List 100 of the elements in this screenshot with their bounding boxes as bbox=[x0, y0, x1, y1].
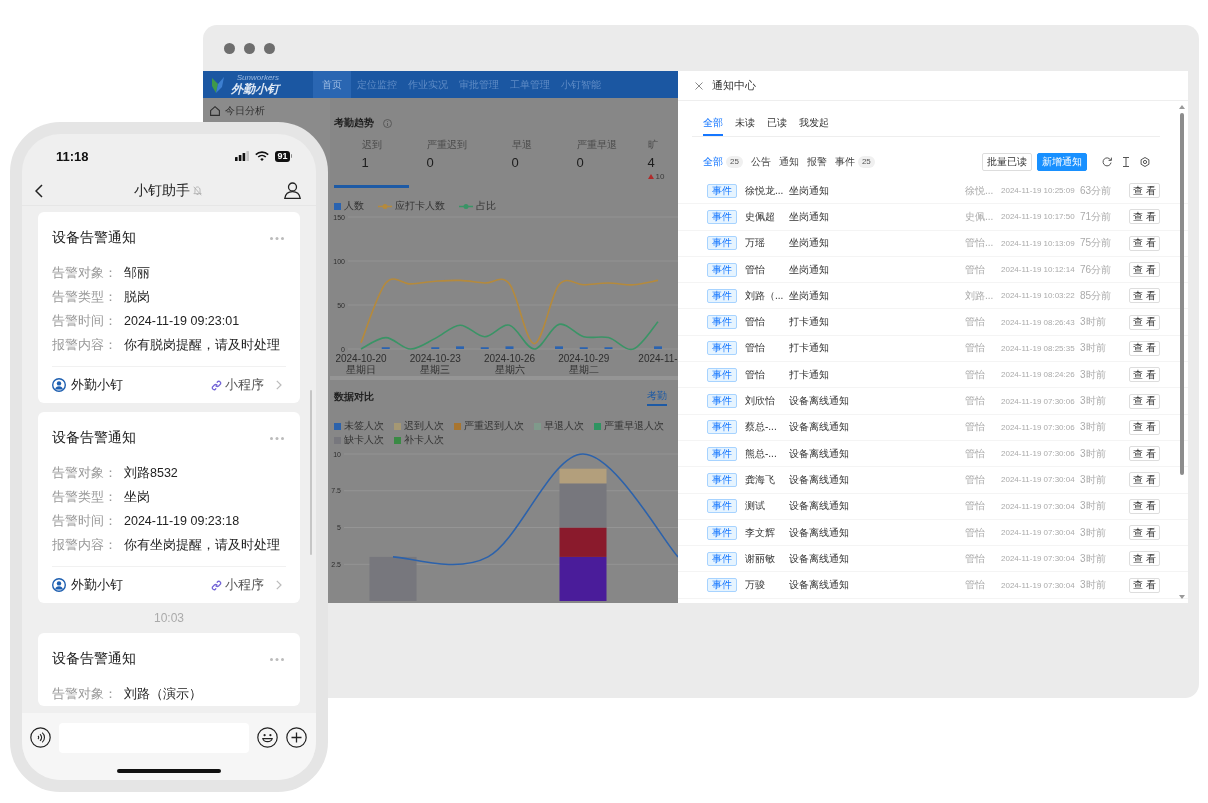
elapsed-cell-text: 63分前 bbox=[1080, 183, 1113, 198]
name-cell-text: 刘路（... bbox=[745, 288, 785, 303]
sender-cell-text: 管怡 bbox=[965, 262, 986, 277]
view-button[interactable]: 查 看 bbox=[1129, 446, 1160, 462]
app-name: 外勤小钉 bbox=[71, 576, 123, 594]
sender-cell-text: 管怡 bbox=[965, 341, 986, 356]
type-tag: 事件 bbox=[707, 499, 737, 514]
view-button[interactable]: 查 看 bbox=[1129, 183, 1160, 199]
elapsed-cell-text: 3时前 bbox=[1080, 394, 1107, 408]
legend-label: 未签人次 bbox=[344, 420, 384, 432]
filter-tab[interactable]: 通知 bbox=[778, 155, 799, 169]
scrollbar[interactable] bbox=[309, 390, 312, 555]
title-cell-text: 设备离线通知 bbox=[789, 525, 850, 540]
logo-subtitle: Sunworkers bbox=[236, 73, 279, 82]
view-button[interactable]: 查 看 bbox=[1129, 235, 1160, 251]
back-icon[interactable] bbox=[35, 183, 43, 198]
view-button[interactable]: 查 看 bbox=[1129, 288, 1160, 304]
tab[interactable]: 已读 bbox=[767, 117, 787, 136]
elapsed-cell-text: 3时前 bbox=[1080, 525, 1107, 540]
legend-label: 迟到人次 bbox=[404, 420, 444, 432]
filter-tab[interactable]: 事件 25 bbox=[834, 155, 875, 169]
settings-icon[interactable] bbox=[1140, 157, 1150, 167]
filter-tab[interactable]: 报警 bbox=[806, 155, 827, 169]
view-button[interactable]: 查 看 bbox=[1129, 498, 1160, 514]
type-tag: 事件 bbox=[707, 578, 737, 593]
view-button[interactable]: 查 看 bbox=[1129, 367, 1160, 383]
time-cell-text: 2024-11-19 07:30:04 bbox=[1001, 475, 1076, 485]
up-triangle-icon bbox=[647, 173, 654, 179]
field-value: 脱岗 bbox=[124, 288, 150, 306]
view-button[interactable]: 查 看 bbox=[1129, 262, 1160, 278]
title-cell-text: 坐岗通知 bbox=[789, 262, 830, 277]
legend-label: 严重早退人次 bbox=[604, 420, 664, 432]
toolbar-button[interactable]: 批量已读 bbox=[982, 153, 1032, 171]
name-cell-text: 万瑶 bbox=[745, 236, 766, 251]
axis-label: 2024-11- bbox=[638, 353, 678, 364]
chart-bar bbox=[456, 346, 464, 349]
panel-title: 通知中心 bbox=[712, 78, 756, 93]
sender-cell-text: 管怡 bbox=[965, 315, 986, 330]
logo-icon bbox=[212, 76, 224, 93]
field-label: 告警对象： bbox=[52, 264, 118, 282]
sender-cell-text: 管怡... bbox=[965, 236, 995, 251]
filter-tab[interactable]: 公告 bbox=[750, 155, 771, 169]
scrollbar-thumb[interactable] bbox=[1180, 113, 1184, 475]
field-value: 2024-11-19 09:23:18 bbox=[124, 514, 240, 528]
view-button[interactable]: 查 看 bbox=[1129, 340, 1160, 356]
elapsed-cell-text: 3时前 bbox=[1080, 551, 1107, 566]
view-button[interactable]: 查 看 bbox=[1129, 551, 1160, 567]
sender-cell-text: 徐悦... bbox=[965, 183, 995, 198]
scroll-down-icon[interactable] bbox=[1179, 595, 1185, 599]
window-control-icon[interactable] bbox=[244, 42, 255, 54]
tab[interactable]: 我发起 bbox=[799, 117, 829, 136]
section-title: 考勤趋势 bbox=[334, 116, 374, 130]
scroll-up-icon[interactable] bbox=[1179, 105, 1185, 109]
name-cell-text: 徐悦龙... bbox=[745, 183, 785, 198]
voice-icon[interactable] bbox=[30, 727, 51, 748]
view-button[interactable]: 查 看 bbox=[1129, 209, 1160, 225]
view-button[interactable]: 查 看 bbox=[1129, 393, 1160, 409]
time-cell-text: 2024-11-19 08:26:43 bbox=[1001, 317, 1076, 327]
window-control-icon[interactable] bbox=[264, 42, 275, 54]
mini-program-link[interactable]: 小程序 bbox=[211, 376, 286, 394]
name-cell-text: 史佩超 bbox=[745, 209, 776, 224]
time-cell-text: 2024-11-19 08:24:26 bbox=[1001, 370, 1076, 380]
plus-icon[interactable] bbox=[286, 727, 307, 748]
sidebar-item[interactable]: 今日分析 bbox=[203, 103, 272, 118]
text-height-icon[interactable] bbox=[1121, 157, 1131, 167]
close-icon[interactable] bbox=[695, 81, 703, 90]
app-avatar-icon bbox=[52, 578, 66, 592]
view-button[interactable]: 查 看 bbox=[1129, 525, 1160, 540]
title-cell-text: 坐岗通知 bbox=[789, 183, 830, 198]
time-cell-text: 2024-11-19 07:30:06 bbox=[1001, 449, 1076, 459]
elapsed-cell-text: 3时前 bbox=[1080, 341, 1107, 356]
field-value: 你有坐岗提醒，请及时处理 bbox=[124, 536, 280, 554]
elapsed-cell-text: 71分前 bbox=[1080, 209, 1113, 224]
refresh-icon[interactable] bbox=[1102, 157, 1112, 167]
name-cell-text: 管怡 bbox=[745, 341, 766, 356]
card-title: 设备告警通知 bbox=[52, 229, 136, 247]
chart-bar bbox=[555, 346, 563, 349]
chat-title: 小钉助手 bbox=[134, 181, 190, 200]
status-time: 11:18 bbox=[56, 148, 89, 164]
filter-tab[interactable]: 全部 25 bbox=[703, 155, 743, 169]
sender-cell-text: 史佩... bbox=[965, 209, 995, 224]
mini-program-link[interactable]: 小程序 bbox=[211, 576, 286, 594]
window-control-icon[interactable] bbox=[224, 42, 235, 54]
profile-icon[interactable] bbox=[284, 182, 301, 199]
title-cell-text: 设备离线通知 bbox=[789, 578, 850, 593]
time-label: 10:03 bbox=[154, 611, 184, 625]
view-button[interactable]: 查 看 bbox=[1129, 577, 1160, 593]
emoji-icon[interactable] bbox=[257, 727, 278, 748]
field-label: 报警内容： bbox=[52, 536, 118, 554]
signal-icon bbox=[235, 151, 250, 161]
tab[interactable]: 未读 bbox=[735, 117, 755, 136]
view-button[interactable]: 查 看 bbox=[1129, 472, 1160, 488]
view-button[interactable]: 查 看 bbox=[1129, 314, 1160, 330]
view-button[interactable]: 查 看 bbox=[1129, 419, 1160, 435]
field-value: 坐岗 bbox=[124, 488, 150, 506]
title-cell-text: 坐岗通知 bbox=[789, 209, 830, 224]
card-title: 设备告警通知 bbox=[52, 650, 136, 668]
sender-cell-text: 管怡 bbox=[965, 578, 986, 593]
type-tag: 事件 bbox=[707, 551, 737, 566]
tab[interactable]: 全部 bbox=[703, 117, 723, 136]
